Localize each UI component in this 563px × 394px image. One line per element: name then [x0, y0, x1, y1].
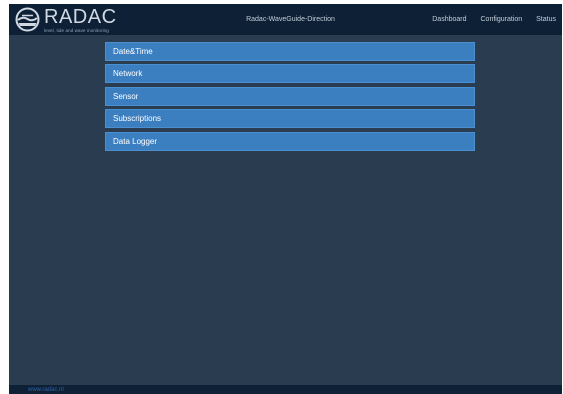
configuration-menu: Date&Time Network Sensor Subscriptions D…: [105, 42, 475, 154]
menu-item-sensor[interactable]: Sensor: [105, 86, 475, 106]
header-bar: RADAC level, tide and wave monitoring Ra…: [9, 4, 562, 35]
app-frame: RADAC level, tide and wave monitoring Ra…: [9, 4, 562, 394]
nav-dashboard-link[interactable]: Dashboard: [432, 15, 466, 24]
menu-item-network[interactable]: Network: [105, 64, 475, 84]
top-nav: Dashboard Configuration Status: [418, 15, 556, 24]
footer-bar: www.radac.nl: [9, 385, 562, 394]
nav-configuration-link[interactable]: Configuration: [481, 15, 523, 24]
footer-website-link[interactable]: www.radac.nl: [28, 386, 64, 394]
brand-tagline: level, tide and wave monitoring: [44, 28, 109, 33]
menu-item-subscriptions[interactable]: Subscriptions: [105, 109, 475, 129]
menu-item-data-logger[interactable]: Data Logger: [105, 131, 475, 151]
nav-status-link[interactable]: Status: [536, 15, 556, 24]
menu-item-date-time[interactable]: Date&Time: [105, 42, 475, 61]
